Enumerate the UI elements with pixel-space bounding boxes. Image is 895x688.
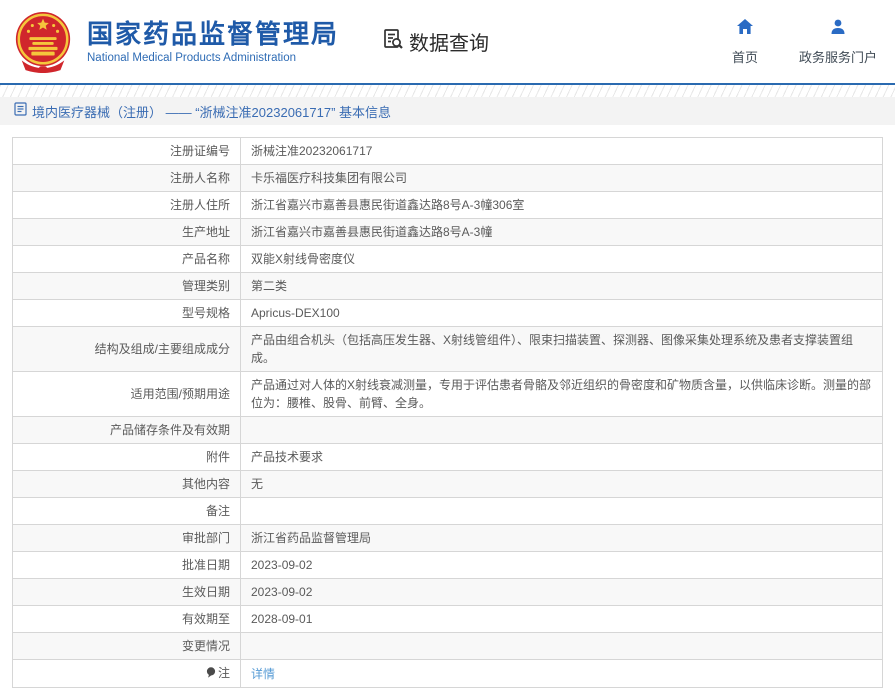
table-row: 注册人住所 浙江省嘉兴市嘉善县惠民街道鑫达路8号A-3幢306室	[12, 191, 883, 219]
row-label: 变更情况	[12, 632, 241, 660]
document-search-icon	[381, 27, 405, 56]
row-label: 产品名称	[12, 245, 241, 273]
row-label: 产品储存条件及有效期	[12, 416, 241, 444]
page-header: 国家药品监督管理局 National Medical Products Admi…	[0, 0, 895, 83]
row-value: 卡乐福医疗科技集团有限公司	[240, 164, 883, 192]
row-value: 双能X射线骨密度仪	[240, 245, 883, 273]
file-icon	[14, 101, 27, 121]
row-value: 2023-09-02	[240, 578, 883, 606]
table-row: 产品储存条件及有效期	[12, 416, 883, 444]
detail-link[interactable]: 详情	[251, 667, 275, 681]
table-row: 注 详情	[12, 659, 883, 688]
data-query-tab[interactable]: 数据查询	[381, 27, 489, 56]
row-value: 浙江省药品监督管理局	[240, 524, 883, 552]
row-label: 注册人名称	[12, 164, 241, 192]
table-row: 批准日期 2023-09-02	[12, 551, 883, 579]
row-value: 产品由组合机头（包括高压发生器、X射线管组件）、限束扫描装置、探测器、图像采集处…	[240, 326, 883, 372]
table-row: 备注	[12, 497, 883, 525]
registration-info-table: 注册证编号 浙械注准20232061717 注册人名称 卡乐福医疗科技集团有限公…	[12, 137, 883, 688]
user-icon	[829, 18, 847, 41]
table-row: 注册人名称 卡乐福医疗科技集团有限公司	[12, 164, 883, 192]
national-emblem-logo	[12, 10, 74, 74]
table-row: 结构及组成/主要组成成分 产品由组合机头（包括高压发生器、X射线管组件）、限束扫…	[12, 326, 883, 372]
nav-home-label: 首页	[731, 49, 758, 65]
hatched-band	[0, 85, 895, 97]
table-row: 产品名称 双能X射线骨密度仪	[12, 245, 883, 273]
row-value: 产品技术要求	[240, 443, 883, 471]
row-label: 有效期至	[12, 605, 241, 633]
row-label: 生产地址	[12, 218, 241, 246]
row-value	[240, 416, 883, 444]
table-row: 生效日期 2023-09-02	[12, 578, 883, 606]
row-label: 适用范围/预期用途	[12, 371, 241, 417]
row-label: 其他内容	[12, 470, 241, 498]
row-label: 注册人住所	[12, 191, 241, 219]
row-label: 备注	[12, 497, 241, 525]
row-label: 审批部门	[12, 524, 241, 552]
breadcrumb: 境内医疗器械（注册） —— “浙械注准20232061717” 基本信息	[0, 97, 895, 125]
table-row: 注册证编号 浙械注准20232061717	[12, 137, 883, 165]
table-row: 型号规格 Apricus-DEX100	[12, 299, 883, 327]
row-label: 型号规格	[12, 299, 241, 327]
row-value: 浙江省嘉兴市嘉善县惠民街道鑫达路8号A-3幢	[240, 218, 883, 246]
row-value: 详情	[240, 659, 883, 688]
nav-home[interactable]: 首页	[727, 18, 763, 66]
row-label: 注	[12, 659, 241, 688]
table-row: 其他内容 无	[12, 470, 883, 498]
row-value: 浙江省嘉兴市嘉善县惠民街道鑫达路8号A-3幢306室	[240, 191, 883, 219]
row-value	[240, 497, 883, 525]
row-value: Apricus-DEX100	[240, 299, 883, 327]
row-value: 无	[240, 470, 883, 498]
table-row: 生产地址 浙江省嘉兴市嘉善县惠民街道鑫达路8号A-3幢	[12, 218, 883, 246]
row-value: 2023-09-02	[240, 551, 883, 579]
row-value: 浙械注准20232061717	[240, 137, 883, 165]
home-icon	[736, 18, 754, 41]
row-label: 结构及组成/主要组成成分	[12, 326, 241, 372]
row-label: 批准日期	[12, 551, 241, 579]
nav-portal[interactable]: 政务服务门户	[799, 18, 877, 66]
nav-portal-label: 政务服务门户	[798, 49, 877, 65]
row-value: 产品通过对人体的X射线衰减测量，专用于评估患者骨骼及邻近组织的骨密度和矿物质含量…	[240, 371, 883, 417]
row-label: 附件	[12, 443, 241, 471]
data-query-label: 数据查询	[409, 33, 490, 55]
row-value: 2028-09-01	[240, 605, 883, 633]
table-row: 变更情况	[12, 632, 883, 660]
org-title: 国家药品监督管理局	[87, 19, 340, 49]
row-label: 生效日期	[12, 578, 241, 606]
breadcrumb-title: 境内医疗器械（注册） —— “浙械注准20232061717” 基本信息	[32, 104, 392, 120]
note-label: 注	[217, 666, 230, 680]
note-icon	[206, 665, 216, 683]
header-nav: 首页 政务服务门户	[727, 18, 877, 66]
table-row: 有效期至 2028-09-01	[12, 605, 883, 633]
org-title-block: 国家药品监督管理局 National Medical Products Admi…	[87, 19, 339, 64]
org-subtitle: National Medical Products Administration	[87, 52, 297, 64]
row-label: 注册证编号	[12, 137, 241, 165]
table-row: 适用范围/预期用途 产品通过对人体的X射线衰减测量，专用于评估患者骨骼及邻近组织…	[12, 371, 883, 417]
table-row: 审批部门 浙江省药品监督管理局	[12, 524, 883, 552]
row-value: 第二类	[240, 272, 883, 300]
row-value	[240, 632, 883, 660]
table-row: 附件 产品技术要求	[12, 443, 883, 471]
row-label: 管理类别	[12, 272, 241, 300]
table-row: 管理类别 第二类	[12, 272, 883, 300]
